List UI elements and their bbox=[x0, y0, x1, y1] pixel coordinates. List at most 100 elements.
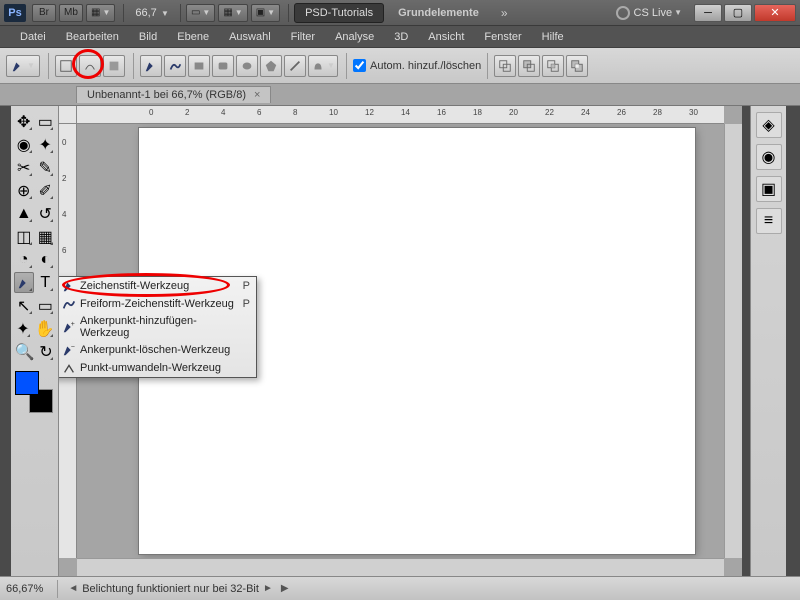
convert-point-icon bbox=[60, 361, 78, 375]
scrollbar-horizontal[interactable] bbox=[77, 558, 724, 576]
right-docker-strip[interactable] bbox=[742, 106, 750, 576]
shape-ellipse-button[interactable] bbox=[236, 55, 258, 77]
more-workspaces-icon[interactable]: » bbox=[501, 6, 508, 20]
flyout-item-delete-anchor[interactable]: − Ankerpunkt-löschen-Werkzeug bbox=[59, 341, 256, 359]
adjustments-panel-icon[interactable]: ▣ bbox=[756, 176, 782, 202]
window-close-button[interactable]: ✕ bbox=[754, 4, 796, 22]
path-add-button[interactable] bbox=[494, 55, 516, 77]
flyout-item-freeform[interactable]: Freiform-Zeichenstift-Werkzeug P bbox=[59, 295, 256, 313]
foreground-color[interactable] bbox=[15, 371, 39, 395]
window-minimize-button[interactable]: ─ bbox=[694, 4, 722, 22]
shape-layers-button[interactable] bbox=[55, 55, 77, 77]
status-next-icon[interactable]: ► bbox=[263, 583, 273, 594]
menu-datei[interactable]: Datei bbox=[10, 28, 56, 46]
path-subtract-button[interactable] bbox=[518, 55, 540, 77]
lasso-tool[interactable]: ◉ bbox=[14, 134, 34, 155]
path-select-tool[interactable]: ↖ bbox=[14, 295, 34, 316]
menu-fenster[interactable]: Fenster bbox=[474, 28, 531, 46]
zoom-tool[interactable]: 🔍 bbox=[14, 341, 35, 362]
workspace-tab-psd[interactable]: PSD-Tutorials bbox=[294, 3, 384, 23]
freeform-pen-mode-button[interactable] bbox=[164, 55, 186, 77]
options-bar: ▼ ▼ Autom. hinzuf./löschen bbox=[0, 48, 800, 84]
paths-button[interactable] bbox=[79, 55, 101, 77]
flyout-item-add-anchor[interactable]: + Ankerpunkt-hinzufügen-Werkzeug bbox=[59, 313, 256, 341]
auto-add-delete-checkbox[interactable]: Autom. hinzuf./löschen bbox=[353, 59, 481, 72]
ruler-horizontal[interactable]: 0 2 4 6 8 10 12 14 16 18 20 22 24 26 28 … bbox=[77, 106, 724, 124]
tool-preset-pen-icon[interactable]: ▼ bbox=[6, 55, 40, 77]
eyedropper-tool[interactable]: ✎ bbox=[36, 157, 56, 178]
path-intersect-button[interactable] bbox=[542, 55, 564, 77]
shape-tool[interactable]: ▭ bbox=[36, 295, 56, 316]
menu-ebene[interactable]: Ebene bbox=[167, 28, 219, 46]
freeform-pen-icon bbox=[60, 297, 78, 311]
menu-bar: Datei Bearbeiten Bild Ebene Auswahl Filt… bbox=[0, 26, 800, 48]
brush-tool[interactable]: ✐ bbox=[36, 180, 56, 201]
zoom-level[interactable]: 66,7 ▼ bbox=[135, 7, 169, 19]
ruler-corner[interactable] bbox=[59, 106, 77, 124]
pen-tool-flyout: ■ Zeichenstift-Werkzeug P Freiform-Zeich… bbox=[59, 276, 257, 378]
view-extras-button[interactable]: ▭▼ bbox=[186, 4, 215, 22]
crop-tool[interactable]: ✂ bbox=[14, 157, 34, 178]
stamp-tool[interactable]: ▲ bbox=[14, 203, 34, 224]
hand-tool[interactable]: ✋ bbox=[34, 318, 55, 339]
menu-analyse[interactable]: Analyse bbox=[325, 28, 384, 46]
status-menu-icon[interactable]: ▶ bbox=[281, 583, 289, 594]
move-tool[interactable]: ✥ bbox=[14, 111, 34, 132]
fill-pixels-button[interactable] bbox=[103, 55, 125, 77]
svg-text:+: + bbox=[71, 321, 75, 328]
screen-mode-button[interactable]: ▣▼ bbox=[251, 4, 280, 22]
menu-filter[interactable]: Filter bbox=[281, 28, 325, 46]
flyout-item-pen[interactable]: ■ Zeichenstift-Werkzeug P bbox=[59, 277, 256, 295]
minibridge-button[interactable]: Mb bbox=[59, 4, 83, 22]
marquee-tool[interactable]: ▭ bbox=[36, 111, 56, 132]
bridge-button[interactable]: Br bbox=[32, 4, 56, 22]
gradient-tool[interactable]: ▦ bbox=[36, 226, 56, 247]
menu-ansicht[interactable]: Ansicht bbox=[418, 28, 474, 46]
menu-bild[interactable]: Bild bbox=[129, 28, 167, 46]
color-swatches[interactable] bbox=[13, 371, 57, 415]
scrollbar-vertical[interactable] bbox=[724, 124, 742, 558]
blur-tool[interactable]: ◔ bbox=[14, 249, 34, 270]
title-bar: Ps Br Mb ▦▼ 66,7 ▼ ▭▼ ▦▼ ▣▼ PSD-Tutorial… bbox=[0, 0, 800, 26]
shape-rect-button[interactable] bbox=[188, 55, 210, 77]
3d-tool[interactable]: ✦ bbox=[14, 318, 32, 339]
color-panel-icon[interactable]: ◉ bbox=[756, 144, 782, 170]
status-zoom[interactable]: 66,67% bbox=[6, 583, 51, 595]
menu-hilfe[interactable]: Hilfe bbox=[532, 28, 574, 46]
toolbox: ✥▭ ◉✦ ✂✎ ⊕✐ ▲↺ ◫▦ ◔◐ T ↖▭ ✦✋ 🔍↻ bbox=[11, 106, 59, 576]
dodge-tool[interactable]: ◐ bbox=[36, 249, 56, 270]
status-message: Belichtung funktioniert nur bei 32-Bit bbox=[82, 583, 259, 595]
flyout-item-convert[interactable]: Punkt-umwandeln-Werkzeug bbox=[59, 359, 256, 377]
wand-tool[interactable]: ✦ bbox=[36, 134, 56, 155]
canvas-area: 0 2 4 6 8 10 12 14 16 18 20 22 24 26 28 … bbox=[59, 106, 742, 576]
shape-line-button[interactable] bbox=[284, 55, 306, 77]
cs-live[interactable]: CS Live ▼ bbox=[616, 6, 682, 20]
window-maximize-button[interactable]: ▢ bbox=[724, 4, 752, 22]
menu-3d[interactable]: 3D bbox=[384, 28, 418, 46]
close-icon[interactable]: × bbox=[254, 89, 260, 101]
rotate-view-tool[interactable]: ↻ bbox=[37, 341, 55, 362]
pen-icon bbox=[60, 279, 78, 293]
shape-custom-button[interactable]: ▼ bbox=[308, 55, 338, 77]
menu-auswahl[interactable]: Auswahl bbox=[219, 28, 281, 46]
path-exclude-button[interactable] bbox=[566, 55, 588, 77]
layers-panel-icon[interactable]: ◈ bbox=[756, 112, 782, 138]
pen-tool[interactable] bbox=[14, 272, 34, 293]
type-tool[interactable]: T bbox=[36, 272, 56, 293]
status-prev-icon[interactable]: ◄ bbox=[68, 583, 78, 594]
left-docker-strip[interactable] bbox=[0, 106, 11, 576]
workspace-tab-grund[interactable]: Grundelemente bbox=[388, 4, 489, 22]
arrange-button[interactable]: ▦▼ bbox=[218, 4, 247, 22]
panel-dock: ◈ ◉ ▣ ≡ bbox=[750, 106, 786, 576]
shape-roundrect-button[interactable] bbox=[212, 55, 234, 77]
eraser-tool[interactable]: ◫ bbox=[14, 226, 34, 247]
shape-polygon-button[interactable] bbox=[260, 55, 282, 77]
status-bar: 66,67% ◄ Belichtung funktioniert nur bei… bbox=[0, 576, 800, 600]
pen-tool-mode-button[interactable] bbox=[140, 55, 162, 77]
document-tab[interactable]: Unbenannt-1 bei 66,7% (RGB/8) × bbox=[76, 86, 271, 103]
healing-tool[interactable]: ⊕ bbox=[14, 180, 34, 201]
menu-bearbeiten[interactable]: Bearbeiten bbox=[56, 28, 129, 46]
history-panel-icon[interactable]: ≡ bbox=[756, 208, 782, 234]
layout-button[interactable]: ▦▼ bbox=[86, 4, 115, 22]
history-brush-tool[interactable]: ↺ bbox=[36, 203, 56, 224]
